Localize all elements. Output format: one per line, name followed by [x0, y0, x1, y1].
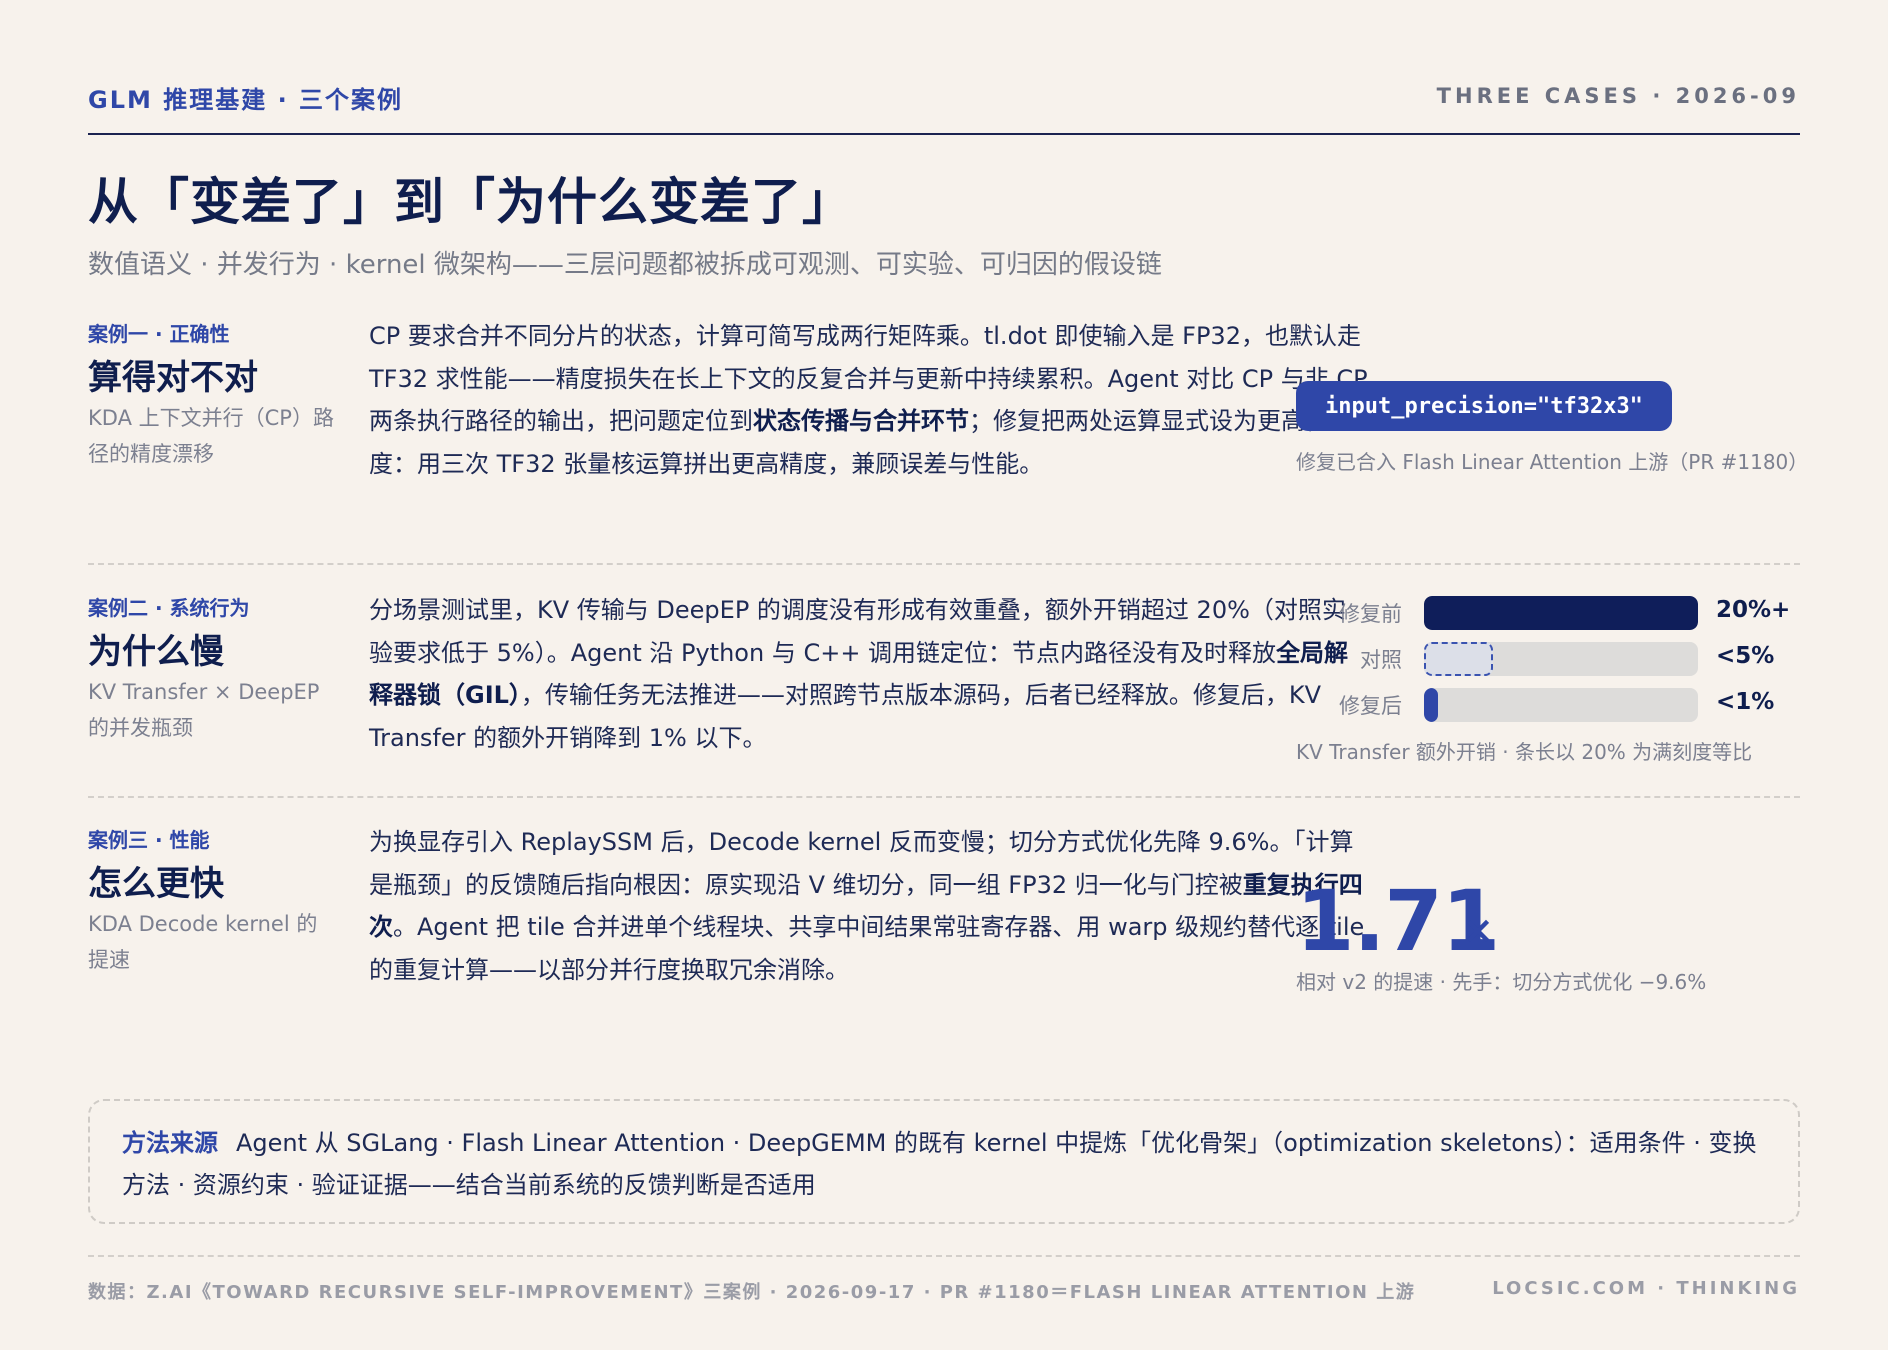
case-title: 怎么更快 [88, 864, 224, 904]
case-description: KDA 上下文并行（CP）路径的精度漂移 [88, 406, 334, 466]
footer-site: LOCSIC.COM · THINKING [1492, 1278, 1800, 1299]
bar-track [1424, 642, 1698, 676]
case-tag: 案例一 · 正确性 [88, 322, 230, 346]
case-body: 为换显存引入 ReplaySSM 后，Decode kernel 反而变慢；切分… [369, 821, 1369, 991]
bar-fill-after [1424, 688, 1438, 722]
footer-divider [88, 1255, 1800, 1257]
case-description: KV Transfer × DeepEP 的并发瓶颈 [88, 680, 320, 740]
page: GLM 推理基建 · 三个案例 THREE CASES · 2026-09 从「… [0, 0, 1888, 1350]
page-subtitle: 数值语义 · 并发行为 · kernel 微架构——三层问题都被拆成可观测、可实… [88, 250, 1162, 280]
header-divider [88, 133, 1800, 135]
case-divider [88, 563, 1800, 565]
header-section-label: GLM 推理基建 · 三个案例 [88, 86, 404, 114]
page-title: 从「变差了」到「为什么变差了」 [88, 173, 853, 231]
method-source-text: 方法来源 Agent 从 SGLang · Flash Linear Attent… [122, 1122, 1772, 1206]
bar-row-before: 修复前 20%+ [1296, 596, 1790, 630]
bar-label: 对照 [1360, 648, 1402, 672]
case-divider [88, 796, 1800, 798]
bar-chart-note: KV Transfer 额外开销 · 条长以 20% 为满刻度等比 [1296, 740, 1753, 764]
method-source-label: 方法来源 [122, 1129, 218, 1157]
bar-label: 修复后 [1339, 694, 1402, 718]
bar-track [1424, 688, 1698, 722]
speedup-note: 相对 v2 的提速 · 先手：切分方式优化 −9.6% [1296, 970, 1707, 994]
case-body: 分场景测试里，KV 传输与 DeepEP 的调度没有形成有效重叠，额外开销超过 … [369, 589, 1369, 759]
case-description: KDA Decode kernel 的提速 [88, 912, 318, 972]
case-tag: 案例三 · 性能 [88, 828, 210, 852]
bar-fill-before [1424, 596, 1698, 630]
footer-source: 数据：Z.AI《TOWARD RECURSIVE SELF-IMPROVEMEN… [88, 1282, 1416, 1303]
bar-label: 修复前 [1339, 602, 1402, 626]
case-body-text: 分场景测试里，KV 传输与 DeepEP 的调度没有形成有效重叠，额外开销超过 … [369, 596, 1346, 667]
code-badge: input_precision="tf32x3" [1296, 381, 1672, 431]
bar-value: <1% [1716, 689, 1775, 715]
bar-value: <5% [1716, 643, 1775, 669]
speedup-unit: × [1462, 908, 1494, 952]
case-body: CP 要求合并不同分片的状态，计算可简写成两行矩阵乘。tl.dot 即使输入是 … [369, 315, 1369, 485]
bar-fill-control [1424, 642, 1493, 676]
method-source-body: Agent 从 SGLang · Flash Linear Attention … [122, 1129, 1757, 1199]
case-body-highlight: 状态传播与合并环节 [753, 407, 969, 435]
bar-track [1424, 596, 1698, 630]
method-source-box: 方法来源 Agent 从 SGLang · Flash Linear Attent… [88, 1099, 1800, 1224]
case-body-text: 为换显存引入 ReplaySSM 后，Decode kernel 反而变慢；切分… [369, 828, 1354, 899]
case-tag: 案例二 · 系统行为 [88, 596, 250, 620]
bar-row-after: 修复后 <1% [1296, 688, 1776, 722]
bar-value: 20%+ [1716, 597, 1791, 623]
case-note: 修复已合入 Flash Linear Attention 上游（PR #1180… [1296, 450, 1809, 474]
case-performance: 案例三 · 性能 怎么更快 KDA Decode kernel 的提速 为换显存… [88, 824, 1800, 1054]
case-title: 算得对不对 [88, 358, 258, 398]
case-body-text-end: 。Agent 把 tile 合并进单个线程块、共享中间结果常驻寄存器、用 war… [369, 913, 1365, 984]
case-title: 为什么慢 [88, 632, 224, 672]
bar-row-control: 对照 <5% [1296, 642, 1776, 676]
header-edition-label: THREE CASES · 2026-09 [1436, 84, 1800, 108]
